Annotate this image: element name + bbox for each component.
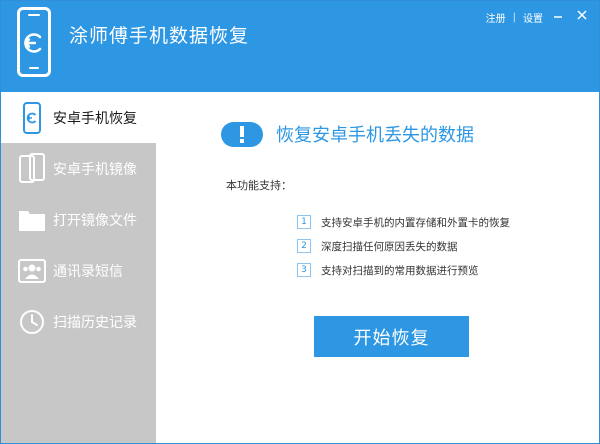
feature-intro: 本功能支持： (226, 179, 292, 192)
app-logo-icon (17, 7, 51, 77)
close-icon (577, 10, 587, 20)
settings-link[interactable]: 设置 (523, 10, 543, 25)
sidebar-item-contacts-sms[interactable]: 通讯录短信 (1, 245, 156, 296)
feature-number-badge: 2 (297, 239, 311, 253)
top-links: 注册 | 设置 (486, 10, 543, 25)
feature-text: 支持安卓手机的内置存储和外置卡的恢复 (321, 216, 510, 229)
sidebar-item-label: 通讯录短信 (53, 263, 123, 280)
feature-text: 支持对扫描到的常用数据进行预览 (321, 264, 479, 277)
link-separator: | (512, 12, 516, 23)
sidebar-item-android-restore[interactable]: 安卓手机恢复 (1, 92, 156, 143)
app-window: 涂师傅手机数据恢复 注册 | 设置 安卓手机恢复 安卓手机镜像 打开镜像文件 通… (0, 0, 600, 444)
minimize-icon (554, 16, 562, 18)
feature-number-badge: 1 (297, 215, 311, 229)
start-recovery-button[interactable]: 开始恢复 (314, 316, 469, 357)
minimize-button[interactable] (551, 8, 565, 22)
close-button[interactable] (575, 8, 589, 22)
page-title: 恢复安卓手机丢失的数据 (276, 125, 474, 146)
sidebar-item-android-mirror[interactable]: 安卓手机镜像 (1, 143, 156, 194)
clock-icon (15, 305, 49, 339)
feature-number-badge: 3 (297, 263, 311, 277)
phone-mirror-icon (15, 152, 49, 186)
list-item: 2 深度扫描任何原因丢失的数据 (297, 234, 510, 258)
feature-list: 1 支持安卓手机的内置存储和外置卡的恢复 2 深度扫描任何原因丢失的数据 3 支… (297, 210, 510, 282)
sidebar-item-scan-history[interactable]: 扫描历史记录 (1, 296, 156, 347)
app-title: 涂师傅手机数据恢复 (69, 25, 250, 47)
sidebar: 安卓手机恢复 安卓手机镜像 打开镜像文件 通讯录短信 扫描历史记录 (1, 92, 156, 443)
sidebar-item-label: 安卓手机恢复 (53, 110, 137, 127)
phone-restore-icon (15, 101, 49, 135)
sidebar-item-label: 安卓手机镜像 (53, 161, 137, 178)
sidebar-item-open-mirror-file[interactable]: 打开镜像文件 (1, 194, 156, 245)
feature-text: 深度扫描任何原因丢失的数据 (321, 240, 458, 253)
contacts-icon (15, 254, 49, 288)
title-bar: 涂师傅手机数据恢复 注册 | 设置 (1, 1, 599, 92)
list-item: 1 支持安卓手机的内置存储和外置卡的恢复 (297, 210, 510, 234)
sidebar-item-label: 打开镜像文件 (53, 212, 137, 229)
list-item: 3 支持对扫描到的常用数据进行预览 (297, 258, 510, 282)
info-icon (221, 122, 263, 147)
register-link[interactable]: 注册 (486, 10, 506, 25)
main-content: 恢复安卓手机丢失的数据 本功能支持： 1 支持安卓手机的内置存储和外置卡的恢复 … (156, 92, 599, 443)
sidebar-item-label: 扫描历史记录 (53, 314, 137, 331)
folder-icon (15, 203, 49, 237)
